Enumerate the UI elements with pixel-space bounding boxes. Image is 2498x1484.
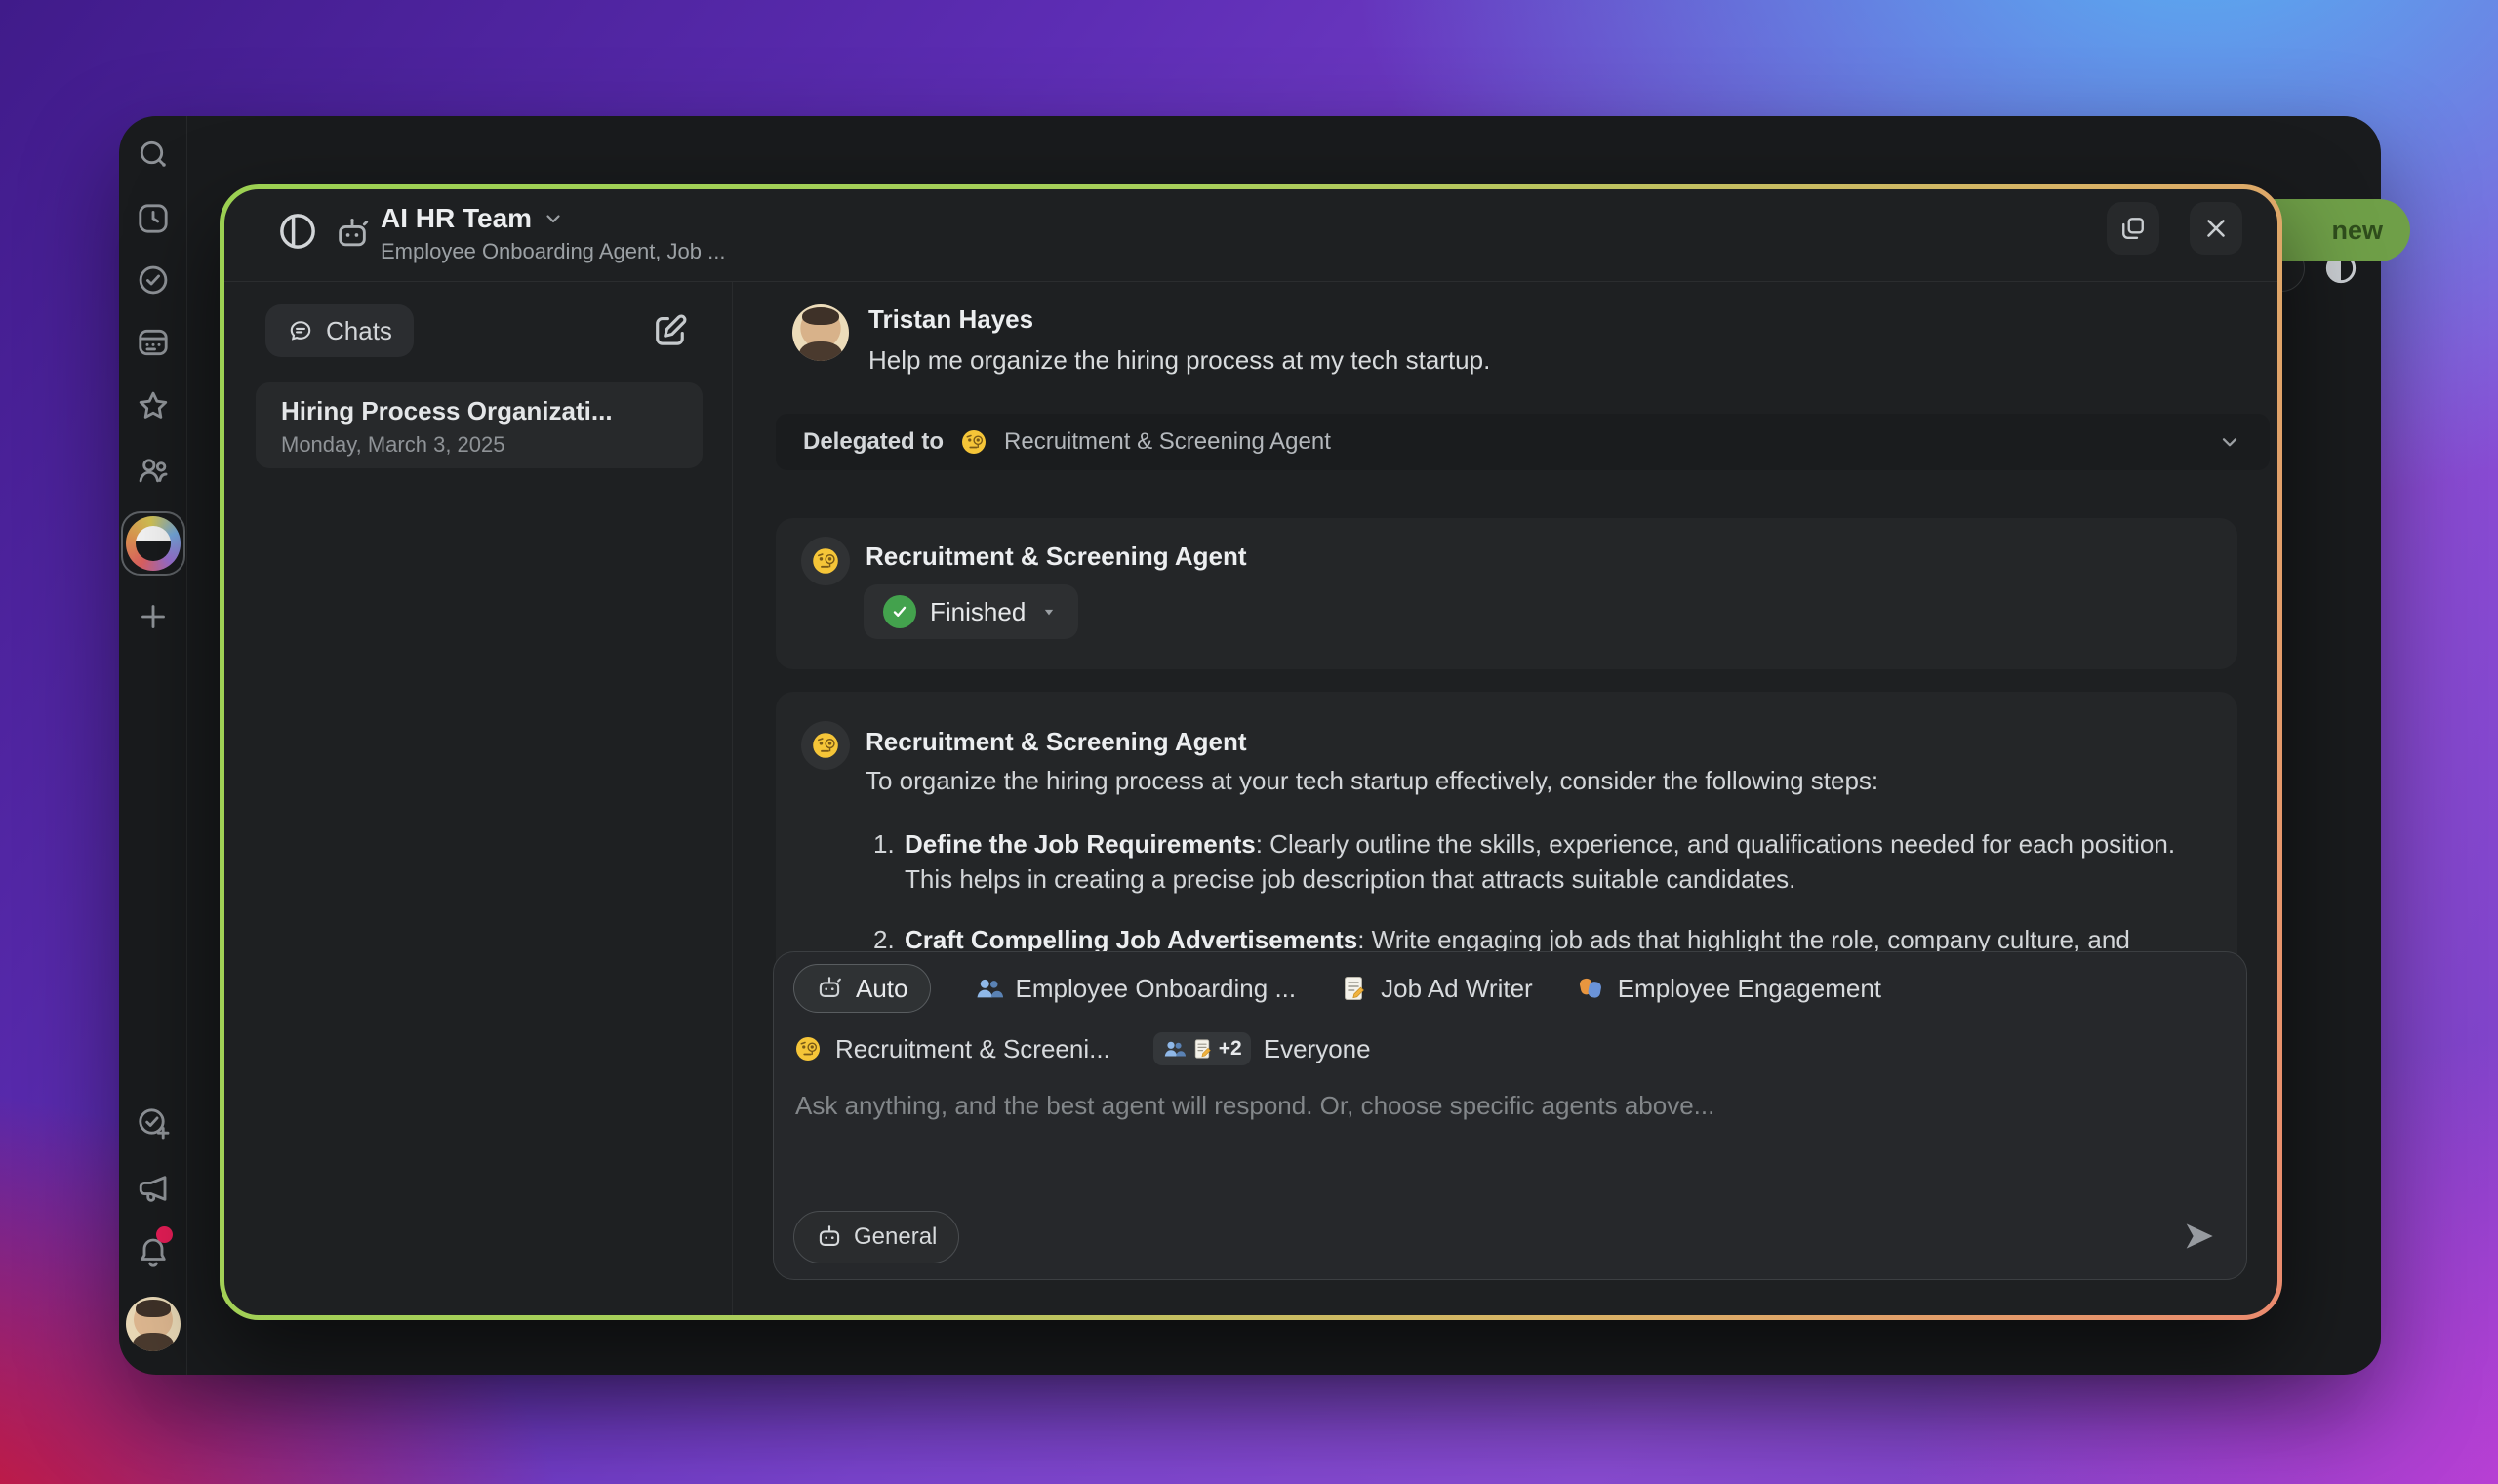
quick-add-task-icon[interactable] bbox=[136, 1105, 171, 1141]
delegated-label: Delegated to bbox=[803, 428, 944, 456]
calendar-board-icon[interactable] bbox=[136, 325, 171, 360]
conversation-panel: Tristan Hayes Help me organize the hirin… bbox=[733, 282, 2277, 1315]
chat-title: Hiring Process Organizati... bbox=[281, 396, 703, 426]
chip-label: Employee Onboarding ... bbox=[1016, 974, 1297, 1004]
agent-chip-everyone[interactable]: +2 Everyone bbox=[1153, 1032, 1371, 1065]
add-workspace-icon[interactable] bbox=[136, 599, 171, 634]
modal-surface: AI HR Team Employee Onboarding Agent, Jo… bbox=[224, 189, 2277, 1315]
modal-subtitle: Employee Onboarding Agent, Job ... bbox=[381, 239, 725, 264]
chip-label: Job Ad Writer bbox=[1381, 974, 1533, 1004]
workspace-avatar[interactable] bbox=[121, 511, 185, 576]
status-value: Finished bbox=[930, 597, 1026, 627]
chats-tab[interactable]: Chats bbox=[265, 304, 414, 357]
send-icon bbox=[2180, 1217, 2219, 1256]
chip-label: Everyone bbox=[1264, 1034, 1371, 1064]
agent-chip-row: Recruitment & Screeni... +2 Everyone bbox=[793, 1024, 1371, 1073]
monocle-face-emoji bbox=[793, 1034, 823, 1063]
notification-badge bbox=[156, 1226, 173, 1243]
chats-label: Chats bbox=[326, 316, 392, 346]
chip-label: Employee Engagement bbox=[1618, 974, 1881, 1004]
agent-status-card: Recruitment & Screening Agent Finished bbox=[776, 518, 2237, 669]
expand-icon bbox=[2118, 214, 2148, 243]
delegated-agent: Recruitment & Screening Agent bbox=[1004, 428, 1331, 456]
icon-rail bbox=[119, 116, 187, 1375]
modal-title: AI HR Team bbox=[381, 203, 532, 234]
more-agents-badge: +2 bbox=[1219, 1037, 1242, 1061]
expand-modal-button[interactable] bbox=[2107, 202, 2159, 255]
busts-emoji bbox=[1162, 1037, 1186, 1061]
agent-name: Recruitment & Screening Agent bbox=[866, 541, 1247, 572]
user-profile-avatar[interactable] bbox=[126, 1297, 181, 1351]
ai-team-robot-icon bbox=[334, 216, 371, 253]
agent-name: Recruitment & Screening Agent bbox=[866, 727, 1247, 757]
agent-avatar bbox=[801, 537, 850, 585]
agent-avatar bbox=[801, 721, 850, 770]
monocle-face-emoji bbox=[810, 545, 841, 577]
new-chat-icon[interactable] bbox=[650, 310, 691, 351]
recent-clock-icon[interactable] bbox=[136, 201, 171, 236]
chat-list-panel: Chats Hiring Process Organizati... Monda… bbox=[224, 282, 733, 1315]
message-input[interactable] bbox=[795, 1091, 2220, 1188]
chip-label: Recruitment & Screeni... bbox=[835, 1034, 1110, 1064]
chat-date: Monday, March 3, 2025 bbox=[281, 432, 703, 458]
announcements-megaphone-icon[interactable] bbox=[136, 1171, 171, 1206]
team-selector[interactable]: AI HR Team bbox=[381, 203, 725, 234]
monocle-face-emoji bbox=[959, 427, 988, 457]
mode-label: General bbox=[854, 1223, 937, 1251]
taskade-mascot-logo bbox=[126, 516, 181, 571]
status-dropdown[interactable]: Finished bbox=[864, 584, 1078, 639]
memo-emoji bbox=[1339, 974, 1368, 1003]
ai-team-modal: AI HR Team Employee Onboarding Agent, Jo… bbox=[220, 184, 2282, 1320]
chevron-down-icon bbox=[542, 207, 565, 230]
user-avatar bbox=[792, 304, 849, 361]
message-text: Help me organize the hiring process at m… bbox=[868, 345, 1490, 376]
tasks-check-icon[interactable] bbox=[136, 262, 171, 298]
mode-selector-button[interactable]: General bbox=[793, 1211, 959, 1263]
search-icon[interactable] bbox=[136, 137, 171, 172]
send-button[interactable] bbox=[2180, 1217, 2219, 1256]
step-number: 1. bbox=[873, 826, 905, 897]
close-icon bbox=[2201, 214, 2231, 243]
message-author: Tristan Hayes bbox=[868, 304, 1490, 335]
finished-check-icon bbox=[883, 595, 916, 628]
chevron-down-icon[interactable] bbox=[2217, 429, 2242, 455]
user-message: Tristan Hayes Help me organize the hirin… bbox=[792, 304, 1490, 376]
desktop-background: Team Taskade Human Resources / AI bbox=[0, 0, 2498, 1484]
delegated-bar[interactable]: Delegated to Recruitment & Screening Age… bbox=[776, 414, 2270, 470]
busts-emoji bbox=[974, 974, 1003, 1003]
list-item: 1. Define the Job Requirements: Clearly … bbox=[873, 826, 2230, 897]
chat-list-item[interactable]: Hiring Process Organizati... Monday, Mar… bbox=[256, 382, 703, 468]
caret-down-icon bbox=[1039, 602, 1059, 622]
message-composer: Auto Employee Onboarding ... Job Ad Writ… bbox=[773, 951, 2247, 1280]
masks-emoji bbox=[1576, 974, 1605, 1003]
chip-label: Auto bbox=[856, 974, 908, 1004]
everyone-avatars: +2 bbox=[1153, 1032, 1251, 1065]
toggle-chat-list-icon[interactable] bbox=[276, 210, 319, 253]
starred-icon[interactable] bbox=[136, 388, 171, 423]
agent-chip-onboarding[interactable]: Employee Onboarding ... bbox=[974, 974, 1297, 1004]
agent-chip-auto[interactable]: Auto bbox=[793, 964, 931, 1013]
memo-emoji bbox=[1190, 1037, 1214, 1061]
monocle-face-emoji bbox=[810, 730, 841, 761]
step-text: Define the Job Requirements: Clearly out… bbox=[905, 826, 2212, 897]
response-steps: 1. Define the Job Requirements: Clearly … bbox=[873, 819, 2230, 957]
agent-chip-row: Auto Employee Onboarding ... Job Ad Writ… bbox=[793, 964, 1881, 1013]
modal-header: AI HR Team Employee Onboarding Agent, Jo… bbox=[224, 189, 2277, 282]
agent-chip-engagement[interactable]: Employee Engagement bbox=[1576, 974, 1881, 1004]
robot-icon bbox=[816, 975, 843, 1002]
speech-bubble-icon bbox=[287, 317, 314, 344]
members-icon[interactable] bbox=[136, 453, 171, 488]
response-intro: To organize the hiring process at your t… bbox=[866, 766, 1878, 796]
agent-chip-recruitment[interactable]: Recruitment & Screeni... bbox=[793, 1034, 1110, 1064]
robot-icon bbox=[816, 1223, 843, 1251]
modal-titles: AI HR Team Employee Onboarding Agent, Jo… bbox=[381, 203, 725, 264]
agent-chip-job-ad-writer[interactable]: Job Ad Writer bbox=[1339, 974, 1533, 1004]
close-modal-button[interactable] bbox=[2190, 202, 2242, 255]
